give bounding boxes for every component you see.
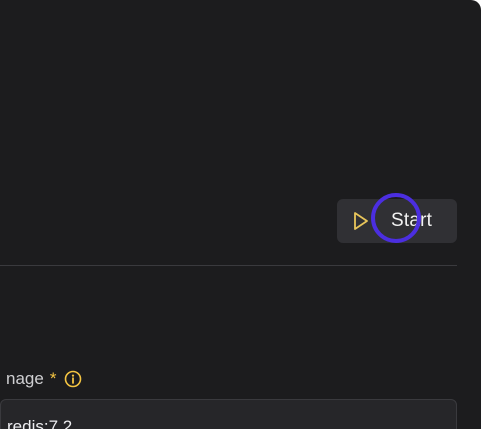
play-icon — [353, 211, 369, 231]
image-label-text: nage — [6, 369, 44, 388]
section-divider — [0, 265, 457, 266]
start-button[interactable]: Start — [337, 199, 457, 243]
start-button-label: Start — [391, 210, 433, 231]
required-marker: * — [49, 369, 57, 388]
image-input[interactable] — [0, 399, 457, 429]
service-config-panel: Start nage * — [0, 0, 481, 429]
image-field-label: nage * — [6, 368, 82, 390]
info-icon[interactable] — [64, 370, 82, 388]
